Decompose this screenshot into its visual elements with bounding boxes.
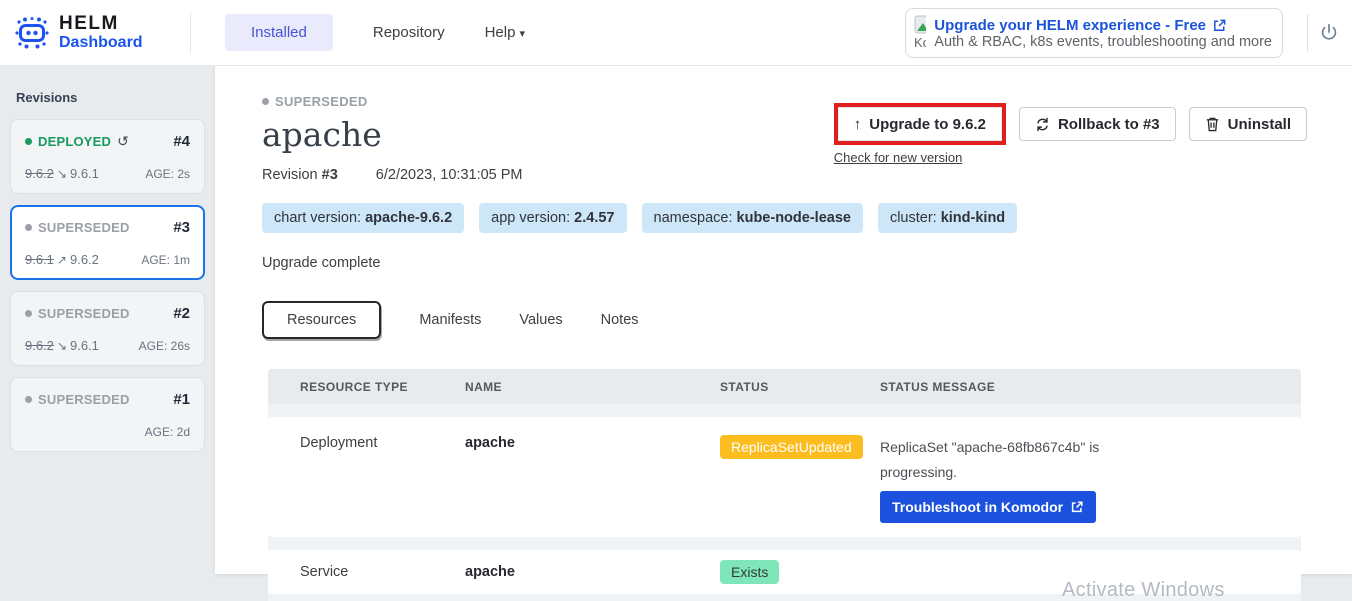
upgrade-group: ↑ Upgrade to 9.6.2 Check for new version bbox=[834, 103, 1006, 165]
up-arrow-icon: ↑ bbox=[854, 116, 862, 133]
help-label: Help bbox=[485, 24, 516, 41]
nav-tab-repository[interactable]: Repository bbox=[373, 24, 445, 41]
status-message-text: ReplicaSet "apache-68fb867c4b" is progre… bbox=[880, 435, 1180, 484]
external-link-icon bbox=[1070, 500, 1084, 514]
col-status: STATUS bbox=[720, 380, 880, 394]
broken-image-icon bbox=[914, 15, 926, 34]
status-message-cell: ReplicaSet "apache-68fb867c4b" is progre… bbox=[880, 417, 1301, 523]
cluster-badge: cluster: kind-kind bbox=[878, 203, 1017, 233]
revision-card-4[interactable]: DEPLOYED ↺ #4 9.6.2↘9.6.1 AGE: 2s bbox=[10, 119, 205, 194]
resource-name-cell: apache bbox=[465, 564, 720, 580]
revision-age: AGE: 2d bbox=[145, 425, 190, 439]
komodor-image-alt-text: Komodor bbox=[914, 35, 926, 50]
revision-number: #4 bbox=[173, 133, 190, 150]
logo-text: HELM Dashboard bbox=[59, 14, 143, 52]
page: HELM Dashboard Installed Repository Help… bbox=[0, 0, 1352, 601]
red-highlight-box: ↑ Upgrade to 9.6.2 bbox=[834, 103, 1006, 145]
downgrade-arrow-icon: ↘ bbox=[57, 167, 67, 181]
logo-subtitle: Dashboard bbox=[59, 34, 143, 52]
status-badge: ReplicaSetUpdated bbox=[720, 435, 863, 459]
upgrade-arrow-icon: ↗ bbox=[57, 253, 67, 267]
version-change: 9.6.2↘9.6.1 bbox=[25, 338, 99, 353]
troubleshoot-komodor-button[interactable]: Troubleshoot in Komodor bbox=[880, 491, 1096, 523]
tab-manifests[interactable]: Manifests bbox=[419, 312, 481, 328]
revision-label: Revision #3 bbox=[262, 167, 338, 183]
tab-notes[interactable]: Notes bbox=[601, 312, 639, 328]
trash-icon bbox=[1205, 116, 1220, 132]
rollback-icon bbox=[1035, 117, 1050, 132]
nav-menu-help[interactable]: Help▾ bbox=[485, 24, 525, 41]
col-status-message: STATUS MESSAGE bbox=[880, 380, 1301, 394]
helm-logo-icon bbox=[14, 16, 50, 50]
version-change: 9.6.2↘9.6.1 bbox=[25, 166, 99, 181]
revision-age: AGE: 1m bbox=[141, 253, 190, 267]
tab-resources[interactable]: Resources bbox=[262, 301, 381, 339]
revision-card-3-selected[interactable]: SUPERSEDED #3 9.6.1↗9.6.2 AGE: 1m bbox=[10, 205, 205, 280]
status-dot bbox=[25, 310, 32, 317]
revision-card-1[interactable]: SUPERSEDED #1 AGE: 2d bbox=[10, 377, 205, 452]
upgrade-button[interactable]: ↑ Upgrade to 9.6.2 bbox=[838, 107, 1002, 141]
status-dot bbox=[25, 224, 32, 231]
logo-title: HELM bbox=[59, 14, 143, 34]
resource-status-cell: Exists bbox=[720, 560, 880, 584]
resource-type-cell: Service bbox=[268, 564, 465, 580]
revision-status: SUPERSEDED bbox=[25, 306, 130, 321]
banner-text: Upgrade your HELM experience - Free Auth… bbox=[934, 17, 1272, 50]
komodor-logo-broken: Komodor bbox=[914, 15, 926, 52]
resource-type-cell: Deployment bbox=[268, 417, 465, 523]
col-name: NAME bbox=[465, 380, 720, 394]
detail-tabs: Resources Manifests Values Notes bbox=[262, 301, 1316, 339]
chevron-down-icon: ▾ bbox=[519, 28, 525, 40]
rollback-button[interactable]: Rollback to #3 bbox=[1019, 107, 1176, 141]
status-badge: Exists bbox=[720, 560, 779, 584]
release-date: 6/2/2023, 10:31:05 PM bbox=[376, 167, 523, 183]
table-row-deployment: Deployment apache ReplicaSetUpdated Repl… bbox=[268, 417, 1301, 537]
release-actions: ↑ Upgrade to 9.6.2 Check for new version… bbox=[834, 103, 1307, 165]
revision-number: #1 bbox=[173, 391, 190, 408]
external-link-icon bbox=[1212, 18, 1227, 33]
resources-table: RESOURCE TYPE NAME STATUS STATUS MESSAGE… bbox=[268, 369, 1301, 601]
downgrade-arrow-icon: ↘ bbox=[57, 339, 67, 353]
redeploy-icon[interactable]: ↺ bbox=[117, 133, 129, 150]
status-dot bbox=[262, 98, 269, 105]
revision-number: #3 bbox=[173, 219, 190, 236]
komodor-promo-banner[interactable]: Komodor Upgrade your HELM experience - F… bbox=[905, 8, 1283, 58]
resource-name-cell: apache bbox=[465, 417, 720, 523]
revisions-heading: Revisions bbox=[16, 90, 199, 105]
banner-subtitle: Auth & RBAC, k8s events, troubleshooting… bbox=[934, 34, 1272, 50]
revision-date-line: Revision #3 6/2/2023, 10:31:05 PM bbox=[262, 167, 1316, 183]
status-dot bbox=[25, 138, 32, 145]
revision-status: SUPERSEDED bbox=[25, 392, 130, 407]
revision-number: #2 bbox=[173, 305, 190, 322]
top-header: HELM Dashboard Installed Repository Help… bbox=[0, 0, 1352, 66]
chart-version-badge: chart version: apache-9.6.2 bbox=[262, 203, 464, 233]
col-resource-type: RESOURCE TYPE bbox=[268, 380, 465, 394]
release-detail-panel: SUPERSEDED apache Revision #3 6/2/2023, … bbox=[215, 66, 1352, 574]
release-description: Upgrade complete bbox=[262, 255, 1316, 271]
app-version-badge: app version: 2.4.57 bbox=[479, 203, 626, 233]
version-change: 9.6.1↗9.6.2 bbox=[25, 252, 99, 267]
power-icon[interactable] bbox=[1318, 22, 1340, 44]
revision-card-2[interactable]: SUPERSEDED #2 9.6.2↘9.6.1 AGE: 26s bbox=[10, 291, 205, 366]
check-new-version-link[interactable]: Check for new version bbox=[834, 150, 1006, 165]
main-nav: Installed Repository Help▾ bbox=[190, 13, 525, 53]
revision-status: SUPERSEDED bbox=[25, 220, 130, 235]
namespace-badge: namespace: kube-node-lease bbox=[642, 203, 863, 233]
table-header-row: RESOURCE TYPE NAME STATUS STATUS MESSAGE bbox=[268, 369, 1301, 404]
revisions-sidebar: Revisions DEPLOYED ↺ #4 9.6.2↘9.6.1 AGE:… bbox=[0, 66, 215, 601]
revision-age: AGE: 2s bbox=[145, 167, 190, 181]
nav-tab-installed[interactable]: Installed bbox=[225, 14, 333, 51]
banner-title[interactable]: Upgrade your HELM experience - Free bbox=[934, 17, 1206, 34]
uninstall-button[interactable]: Uninstall bbox=[1189, 107, 1307, 141]
revision-status: DEPLOYED bbox=[25, 134, 111, 149]
release-meta-badges: chart version: apache-9.6.2 app version:… bbox=[262, 203, 1316, 233]
status-dot bbox=[25, 396, 32, 403]
activate-windows-watermark: Activate Windows bbox=[1062, 579, 1225, 601]
helm-dashboard-logo[interactable]: HELM Dashboard bbox=[0, 14, 190, 52]
tab-values[interactable]: Values bbox=[519, 312, 562, 328]
header-divider bbox=[1307, 14, 1308, 52]
revision-age: AGE: 26s bbox=[139, 339, 190, 353]
resource-status-cell: ReplicaSetUpdated bbox=[720, 417, 880, 523]
